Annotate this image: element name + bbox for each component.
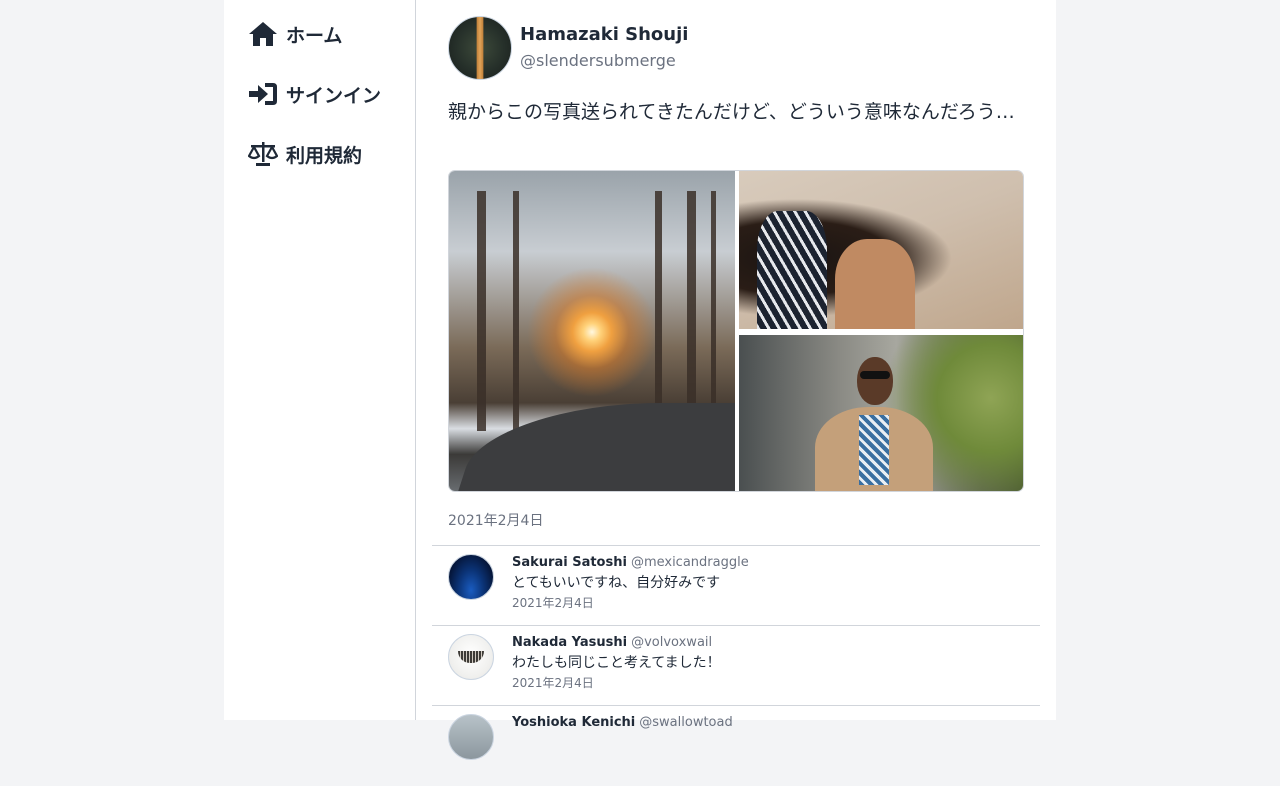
- author-handle[interactable]: @slendersubmerge: [520, 51, 676, 70]
- reply-date: 2021年2月4日: [512, 676, 594, 690]
- home-icon: [248, 19, 278, 49]
- sidebar: ホーム サインイン 利用規約: [224, 0, 416, 720]
- avatar[interactable]: [448, 16, 512, 80]
- sidebar-item-label: サインイン: [286, 84, 382, 107]
- scale-icon: [248, 139, 278, 169]
- post-date: 2021年2月4日: [448, 513, 544, 529]
- author-name[interactable]: Hamazaki Shouji: [520, 24, 688, 45]
- man-tan-suit-photo[interactable]: [739, 335, 1023, 491]
- reply-text: とてもいいですね、自分好みです: [512, 575, 721, 591]
- avatar[interactable]: [448, 554, 494, 600]
- image-gallery: [448, 170, 1024, 492]
- app-frame: ホーム サインイン 利用規約 Hamazaki Shouji @slenders…: [224, 0, 1056, 760]
- reply-header: Sakurai Satoshi @mexicandraggle: [512, 555, 749, 570]
- sidebar-item-sign-in[interactable]: サインイン: [248, 78, 381, 110]
- sidebar-item-terms[interactable]: 利用規約: [248, 138, 362, 170]
- reply-author-name[interactable]: Sakurai Satoshi: [512, 555, 627, 570]
- reply-author-name[interactable]: Nakada Yasushi: [512, 635, 627, 650]
- sidebar-item-label: 利用規約: [286, 144, 363, 167]
- reply-author-handle[interactable]: @volvoxwail: [631, 635, 712, 650]
- forest-road-sunlight-photo[interactable]: [449, 171, 735, 491]
- sign-in-icon: [248, 79, 278, 109]
- avatar[interactable]: [448, 634, 494, 680]
- sidebar-item-label: ホーム: [286, 24, 343, 47]
- list-item: Yoshioka Kenichi @swallowtoad: [432, 706, 1040, 786]
- avatar[interactable]: [448, 714, 494, 760]
- reply-header: Yoshioka Kenichi @swallowtoad: [512, 715, 733, 730]
- post-text: 親からこの写真送られてきたんだけど、どういう意味なんだろう…: [448, 101, 1015, 123]
- woman-hair-desert-photo[interactable]: [739, 171, 1023, 329]
- reply-header: Nakada Yasushi @volvoxwail: [512, 635, 712, 650]
- reply-author-name[interactable]: Yoshioka Kenichi: [512, 715, 635, 730]
- sidebar-item-home[interactable]: ホーム: [248, 18, 342, 50]
- list-item: Sakurai Satoshi @mexicandraggle とてもいいですね、…: [432, 546, 1040, 626]
- reply-author-handle[interactable]: @swallowtoad: [639, 715, 732, 730]
- list-item: Nakada Yasushi @volvoxwail わたしも同じこと考えてました…: [432, 626, 1040, 706]
- reply-author-handle[interactable]: @mexicandraggle: [631, 555, 749, 570]
- reply-text: わたしも同じこと考えてました！: [512, 655, 721, 671]
- reply-date: 2021年2月4日: [512, 596, 594, 610]
- post-detail: Hamazaki Shouji @slendersubmerge 親からこの写真…: [432, 0, 1056, 760]
